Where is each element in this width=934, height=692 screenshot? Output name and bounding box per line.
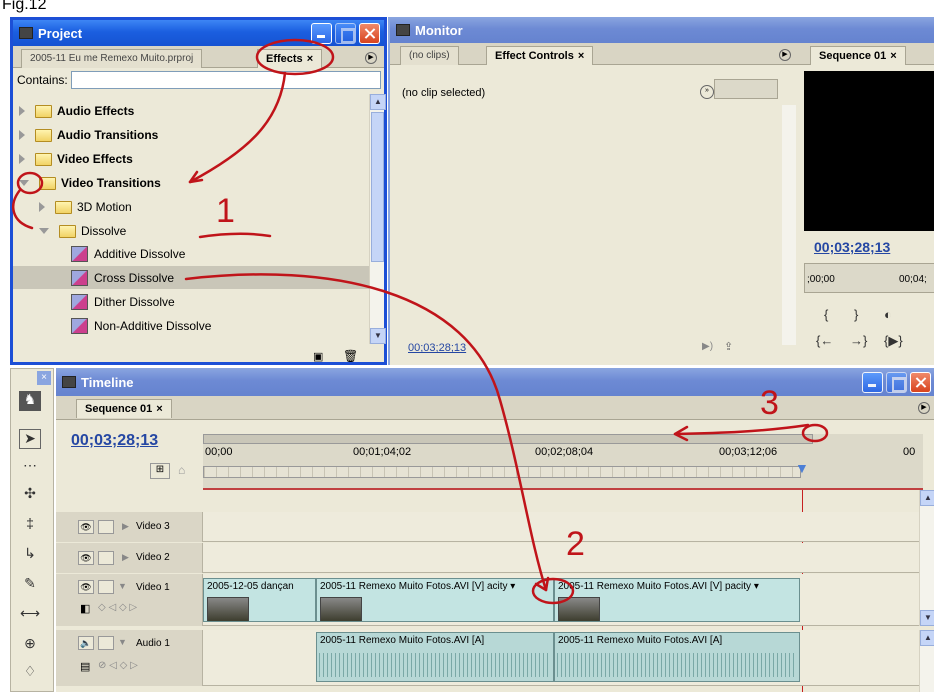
annotation-circle-transition	[531, 577, 575, 605]
annotation-overlay	[12, 38, 829, 605]
annotation-number-1: 1	[216, 192, 235, 230]
annotation-arrow-dissolve	[12, 188, 34, 230]
annotation-number-2: 2	[566, 525, 585, 563]
annotation-arrow-3	[673, 423, 810, 436]
annotation-arrow-2	[184, 273, 548, 592]
annotation-circle-collapse	[16, 171, 44, 195]
annotation-circle-scroll	[801, 423, 829, 443]
annotation-arrow-1	[188, 71, 287, 184]
annotation-number-3: 3	[760, 384, 779, 422]
annotation-circle-effects-tab	[255, 38, 335, 76]
annotation-underline-1	[198, 232, 272, 239]
